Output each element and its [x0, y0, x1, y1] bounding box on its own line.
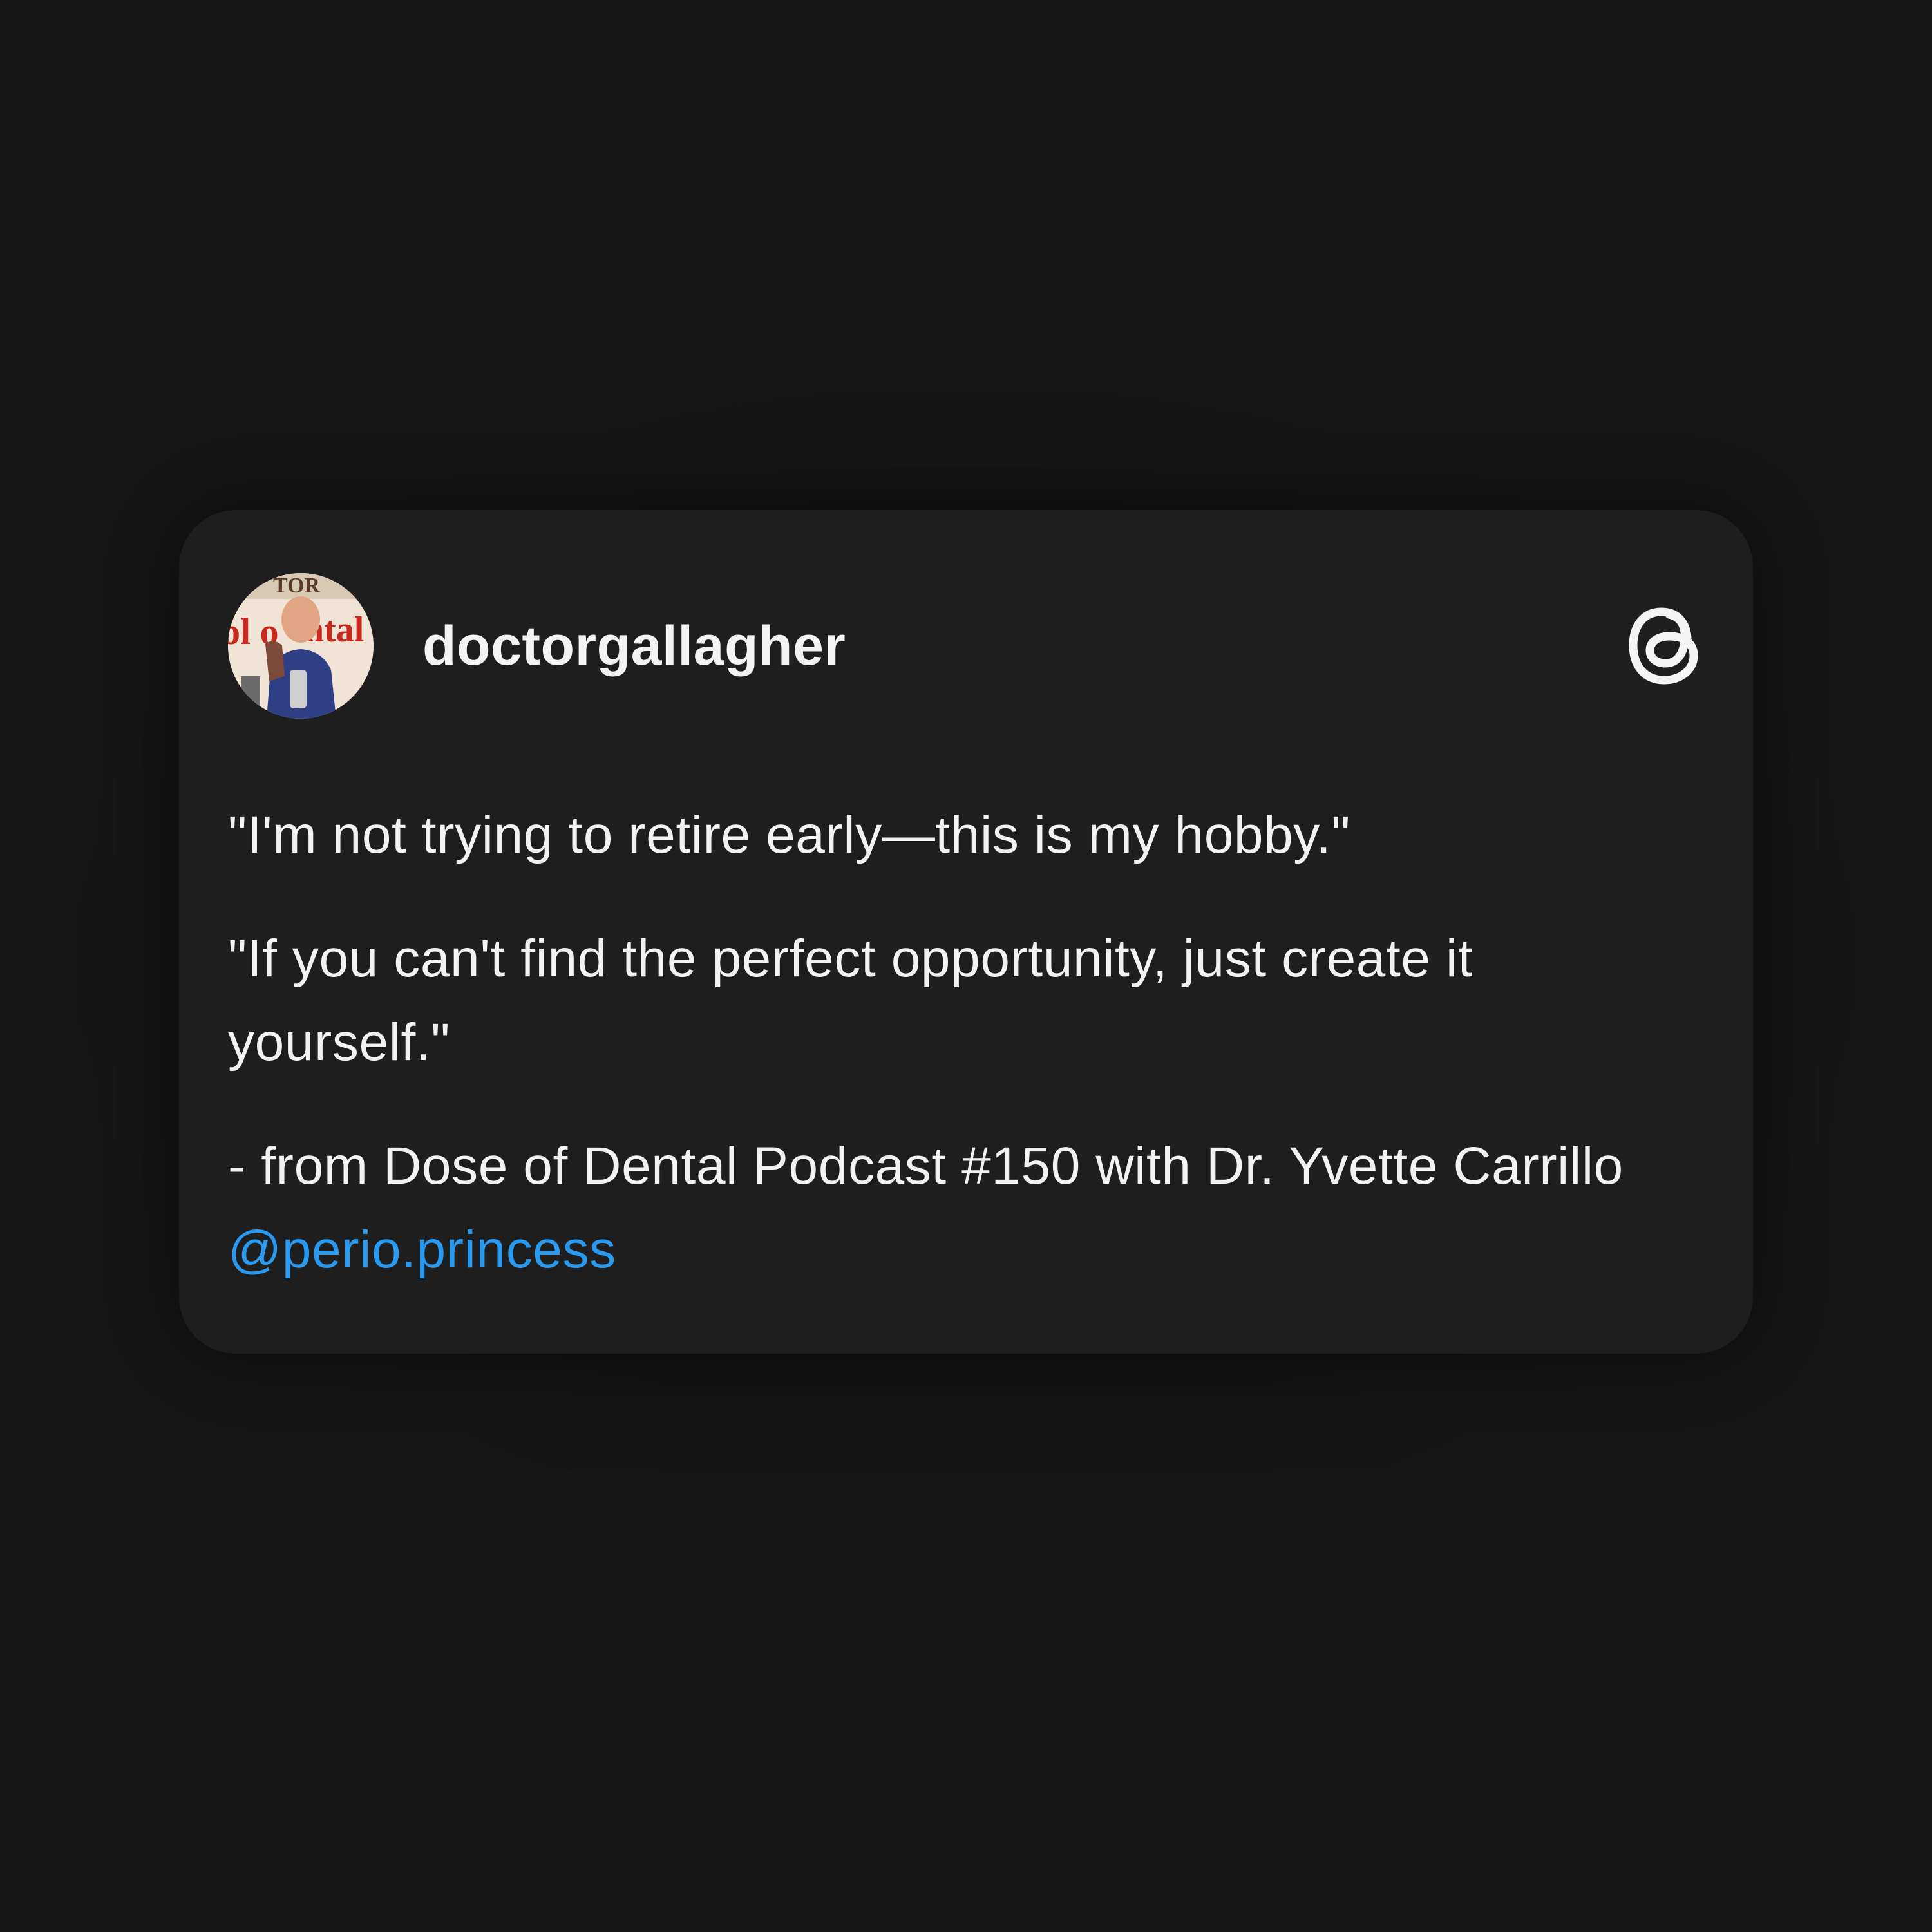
credit-line: - from Dose of Dental Podcast #150 with …: [228, 1124, 1682, 1292]
quote-2: "If you can't find the perfect opportuni…: [228, 929, 1473, 1072]
quote-1: "I'm not trying to retire early—this is …: [228, 806, 1350, 864]
avatar[interactable]: ol o ntal TOR: [228, 573, 374, 719]
svg-text:TOR: TOR: [273, 574, 321, 598]
post-header: ol o ntal TOR doctorgallagher: [228, 573, 1704, 719]
threads-logo-icon[interactable]: [1624, 598, 1705, 690]
credit-text: - from Dose of Dental Podcast #150 with …: [228, 1137, 1624, 1195]
threads-post-card: ol o ntal TOR doctorgallagher "I'm not t…: [179, 510, 1753, 1354]
profile-photo-icon: ol o ntal TOR: [228, 573, 374, 719]
username[interactable]: doctorgallagher: [422, 573, 846, 719]
mention-link[interactable]: @perio.princess: [228, 1220, 616, 1279]
post-text: "I'm not trying to retire early—this is …: [228, 793, 1682, 1332]
